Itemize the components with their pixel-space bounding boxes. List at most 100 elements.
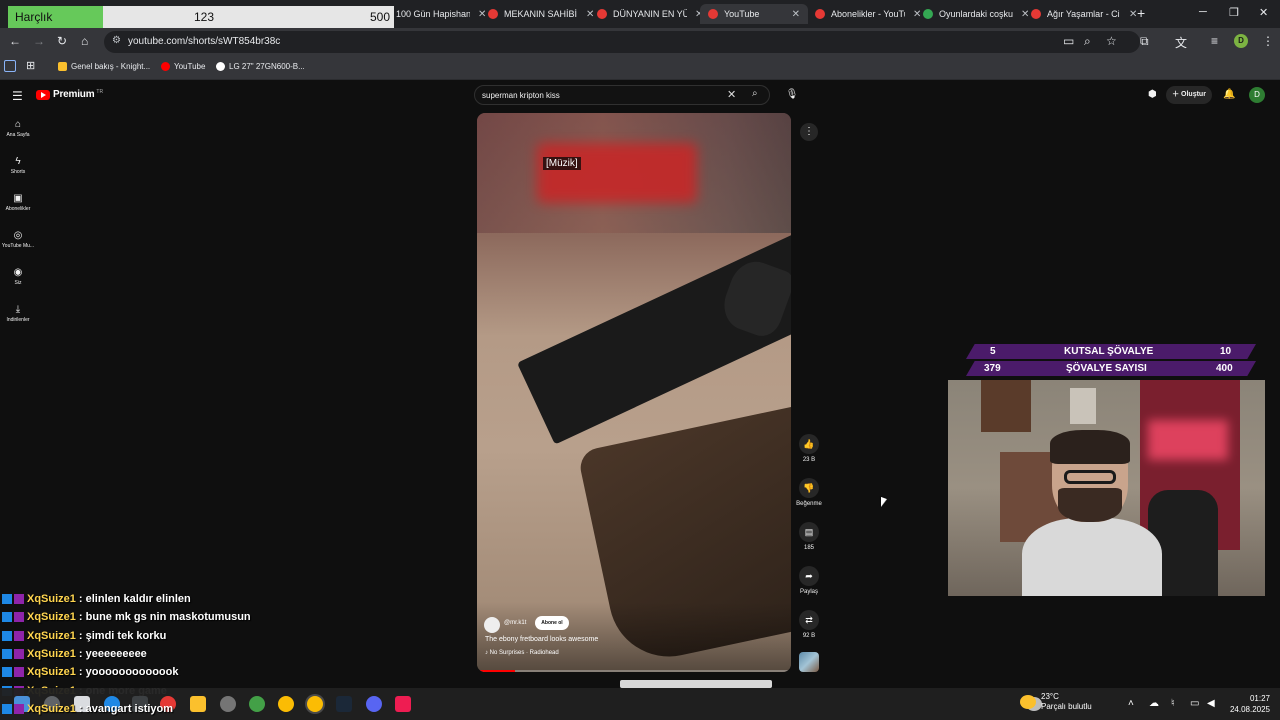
tab-title: Ağır Yaşamlar - Ci (1047, 9, 1120, 19)
thumbs-up-icon[interactable]: 👍 (799, 434, 819, 454)
shorts-video-player[interactable]: [Müzik] @mr.k1t Abone ol The ebony fretb… (477, 113, 791, 672)
discord-icon[interactable] (366, 696, 382, 712)
url-text[interactable]: youtube.com/shorts/sWT854br38c (128, 36, 280, 47)
music-icon: ◎ (13, 230, 23, 241)
tiktok-icon[interactable] (395, 696, 411, 712)
media-control-icon[interactable]: ≡ (1211, 34, 1218, 48)
comment-icon[interactable]: ▤ (799, 522, 819, 542)
youtube-premium-logo[interactable]: Premium TR (36, 89, 103, 100)
create-button[interactable]: ＋ Oluştur (1166, 86, 1212, 104)
screen: 100 Gün Hapishane ✕ MEKANIN SAHİBİ ✕ DÜN… (0, 0, 1280, 720)
home-icon[interactable]: ⌂ (81, 34, 88, 48)
comments-action[interactable]: ▤ 185 (797, 522, 821, 551)
weather-widget[interactable]: 23°C Parçalı bulutlu (1020, 692, 1092, 712)
forward-arrow-icon[interactable]: → (33, 34, 45, 48)
chat-text: : yeeeeeeeee (78, 648, 147, 661)
tab-title: YouTube (724, 9, 760, 19)
tab-close-icon[interactable]: ✕ (586, 9, 594, 20)
sidebar-item-subscriptions[interactable]: ▣ Abonelikler (0, 193, 36, 212)
bookmark-lg[interactable]: LG 27" 27GN600-B... (216, 62, 305, 71)
onedrive-cloud-icon[interactable]: ☁ (1149, 698, 1159, 709)
tab-close-icon[interactable]: ✕ (792, 9, 800, 20)
back-arrow-icon[interactable]: ← (9, 34, 21, 48)
share-action[interactable]: ➦ Paylaş (797, 566, 821, 595)
microphone-icon[interactable]: ♮ (1171, 698, 1175, 709)
chrome-icon[interactable] (278, 696, 294, 712)
zoom-icon[interactable]: ⌕ (1084, 34, 1091, 49)
minimize-icon[interactable]: ─ (1199, 6, 1207, 18)
tab-agir-yasamlar[interactable]: Ağır Yaşamlar - Ci ✕ (1031, 4, 1137, 24)
bookmark-youtube[interactable]: YouTube (161, 62, 205, 71)
kutsal-sovalye-bar: 5 KUTSAL ŞÖVALYE 10 (966, 344, 1256, 359)
tab-close-icon[interactable]: ✕ (478, 9, 486, 20)
site-info-icon[interactable]: ⚙ (112, 35, 121, 46)
sidebar-item-music[interactable]: ◎ YouTube Mu... (0, 230, 36, 249)
tab-oyunlardaki[interactable]: Oyunlardaki coşkulu ✕ (923, 4, 1029, 24)
share-arrow-icon[interactable]: ➦ (799, 566, 819, 586)
tab-hapishane[interactable]: 100 Gün Hapishane ✕ (396, 4, 486, 24)
tab-dunyanin-en[interactable]: DÜNYANIN EN YÜKSEK ✕ (597, 4, 703, 24)
webcam-feed (948, 380, 1265, 596)
tray-chevron-up-icon[interactable]: ˄ (1128, 698, 1134, 709)
analytics-icon (58, 62, 67, 71)
file-explorer-icon[interactable] (190, 696, 206, 712)
account-avatar[interactable]: D (1249, 87, 1265, 103)
sovalye-sayisi-bar: 379 ŞÖVALYE SAYISI 400 (966, 361, 1256, 376)
tab-youtube[interactable]: YouTube ✕ (700, 4, 808, 24)
channel-name[interactable]: @mr.k1t (504, 620, 526, 626)
short-title[interactable]: The ebony fretboard looks awesome (485, 636, 598, 643)
remix-action[interactable]: ⇄ 92 B (797, 610, 821, 639)
subscribe-button[interactable]: Abone ol (535, 616, 569, 630)
next-short-preview[interactable] (620, 680, 772, 688)
more-options-icon[interactable]: ⋮ (800, 123, 818, 141)
translate-icon[interactable]: 文 (1175, 34, 1187, 51)
reload-icon[interactable]: ↻ (57, 34, 67, 48)
kebab-menu-icon[interactable]: ⋮ (1262, 34, 1274, 48)
search-input[interactable] (482, 89, 712, 101)
tab-mekanin-sahibi[interactable]: MEKANIN SAHİBİ ✕ (488, 4, 594, 24)
sidebar-item-you[interactable]: ◉ Siz (0, 267, 36, 286)
app-icon[interactable] (220, 696, 236, 712)
close-window-icon[interactable]: ✕ (1259, 6, 1268, 19)
tab-search-icon[interactable] (4, 60, 16, 72)
steam-icon[interactable] (336, 696, 352, 712)
cast-icon[interactable]: ▭ (1063, 34, 1074, 48)
network-icon[interactable]: ▭ (1190, 698, 1199, 709)
hamburger-menu-icon[interactable]: ☰ (12, 89, 23, 103)
extensions-icon[interactable]: ⧉ (1140, 34, 1149, 49)
weather-desc: Parçalı bulutlu (1041, 702, 1092, 711)
xbox-icon[interactable] (249, 696, 265, 712)
channel-avatar[interactable] (484, 617, 500, 633)
remix-icon[interactable]: ⇄ (799, 610, 819, 630)
profile-avatar[interactable]: D (1234, 34, 1248, 48)
music-track[interactable]: No Surprises · Radiohead (490, 650, 559, 656)
music-thumbnail[interactable] (799, 652, 819, 672)
tab-close-icon[interactable]: ✕ (913, 9, 921, 20)
sidebar-item-home[interactable]: ⌂ Ana Sayfa (0, 119, 36, 138)
dislike-action[interactable]: 👎 Beğenme (790, 478, 828, 507)
sidebar-item-shorts[interactable]: ϟ Shorts (0, 156, 36, 175)
clear-search-icon[interactable]: ✕ (727, 88, 736, 101)
like-action[interactable]: 👍 23 B (797, 434, 821, 463)
voice-search-mic-icon[interactable]: 🎙 (783, 86, 801, 104)
new-tab-plus-icon[interactable]: + (1137, 5, 1145, 21)
cast-studio-icon[interactable]: ⬢ (1148, 89, 1157, 100)
thumbs-down-icon[interactable]: 👎 (799, 478, 819, 498)
system-clock[interactable]: 01:27 24.08.2025 (1226, 693, 1270, 715)
maximize-icon[interactable]: ❐ (1229, 6, 1239, 19)
volume-icon[interactable]: ◀ (1207, 698, 1215, 709)
chrome-active-icon[interactable] (307, 696, 323, 712)
tab-close-icon[interactable]: ✕ (1021, 9, 1029, 20)
youtube-favicon-icon (1031, 9, 1041, 19)
chat-message: XqSuize1 : bune mk gs nin maskotumusun (2, 608, 302, 626)
sidebar-item-downloads[interactable]: ⤓ İndirilenler (0, 304, 36, 323)
bookmark-star-icon[interactable]: ☆ (1106, 34, 1117, 48)
google-icon (216, 62, 225, 71)
notifications-bell-icon[interactable]: 🔔 (1223, 89, 1235, 100)
bookmark-knight[interactable]: Genel bakış - Knight... (58, 62, 150, 71)
omnibox[interactable]: ⚙ youtube.com/shorts/sWT854br38c (104, 31, 1140, 53)
tab-abonelikler[interactable]: Abonelikler - YouTube ✕ (815, 4, 921, 24)
search-icon[interactable]: ⌕ (752, 88, 758, 99)
apps-grid-icon[interactable]: ⊞ (26, 59, 35, 72)
video-progress-bar[interactable] (477, 670, 791, 672)
